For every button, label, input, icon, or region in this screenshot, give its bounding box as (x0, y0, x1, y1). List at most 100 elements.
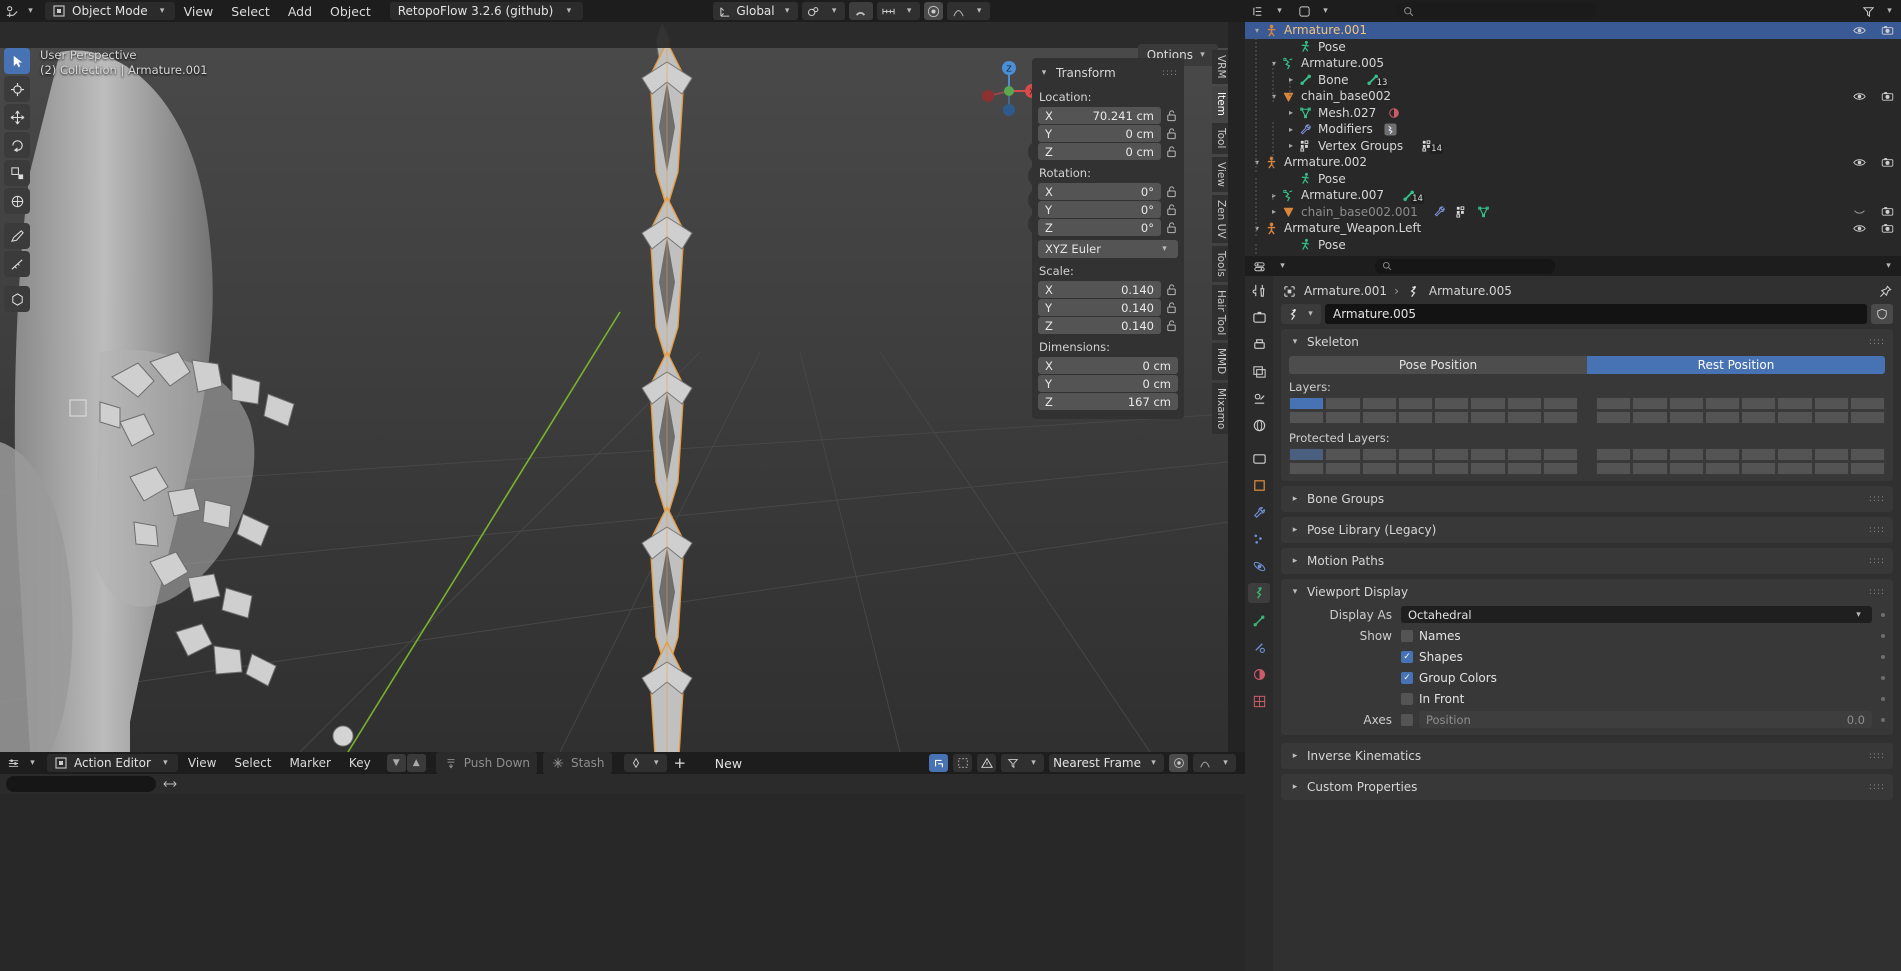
action-browse-selector[interactable] (623, 754, 667, 772)
display-as-row[interactable]: Display As Octahedral (1289, 605, 1885, 624)
names-animate-dot[interactable] (1881, 633, 1885, 638)
outliner-row-armature-005[interactable]: ▾ Armature.005 (1245, 55, 1901, 72)
snap-mode-chevron-icon[interactable] (1144, 755, 1160, 771)
action-prev-button[interactable]: ▼ (386, 754, 406, 772)
protected-layers-group-left[interactable] (1289, 448, 1578, 475)
outliner-row-chain-base002[interactable]: ▾ chain_base002 (1245, 88, 1901, 105)
dimensions-y-row[interactable]: Y 0 cm (1038, 375, 1178, 392)
motion-paths-header[interactable]: ▸ Motion Paths :::: (1289, 550, 1885, 572)
sidebar-tab-tool[interactable]: Tool (1212, 123, 1228, 154)
tool-measure[interactable] (4, 251, 30, 277)
layer-cell[interactable] (1397, 448, 1433, 461)
layer-cell[interactable] (1813, 462, 1849, 475)
properties-search-input[interactable] (1375, 258, 1555, 274)
lock-rotation-z-icon[interactable] (1165, 221, 1178, 234)
sidebar-tab-mixamo[interactable]: Mixamo (1212, 382, 1228, 434)
protected-layers-group-right[interactable] (1596, 448, 1885, 475)
lock-location-z-icon[interactable] (1165, 145, 1178, 158)
layer-cell[interactable] (1668, 448, 1704, 461)
add-action-icon[interactable]: + (672, 754, 688, 772)
layer-cell[interactable] (1397, 462, 1433, 475)
rest-position-button[interactable]: Rest Position (1587, 356, 1885, 374)
outliner-expand-icon[interactable]: ▾ (1251, 224, 1263, 233)
outliner-row-bone[interactable]: ▸ Bone 13 (1245, 72, 1901, 88)
axes-position-field[interactable]: Position 0.0 (1419, 711, 1872, 728)
lock-scale-x-icon[interactable] (1165, 283, 1178, 296)
sidebar-tab-view[interactable]: View (1212, 156, 1228, 192)
dopesheet-menu-key[interactable]: Key (341, 756, 379, 770)
layer-cell[interactable] (1668, 462, 1704, 475)
dimensions-z-row[interactable]: Z 167 cm (1038, 393, 1178, 410)
outliner-expand-icon[interactable]: ▸ (1268, 191, 1280, 200)
outliner-editor[interactable]: ▾Armature.001Pose▾Armature.005▸Bone13▾ch… (1245, 0, 1901, 256)
lock-location-y-icon[interactable] (1165, 127, 1178, 140)
orientation-chevron-icon[interactable] (778, 3, 794, 19)
dimensions-z-field[interactable]: Z 167 cm (1038, 393, 1178, 410)
names-checkbox[interactable] (1401, 629, 1413, 642)
outliner-visibility-icon[interactable] (1851, 88, 1867, 104)
layer-cell[interactable] (1849, 462, 1885, 475)
inverse-kinematics-expand-icon[interactable]: ▸ (1289, 751, 1301, 761)
lock-scale-z-icon[interactable] (1165, 319, 1178, 332)
layer-cell[interactable] (1741, 462, 1777, 475)
snap-toggle[interactable] (848, 2, 873, 20)
layer-cell[interactable] (1704, 411, 1740, 424)
properties-editor[interactable]: Armature.001 › Armature.005 (1245, 256, 1901, 971)
layer-cell[interactable] (1542, 411, 1578, 424)
pose-position-button[interactable]: Pose Position (1289, 356, 1587, 374)
layer-cell[interactable] (1361, 462, 1397, 475)
location-z-row[interactable]: Z 0 cm (1038, 143, 1178, 160)
layer-cell[interactable] (1325, 462, 1361, 475)
layer-cell[interactable] (1434, 397, 1470, 410)
show-in-front-row[interactable]: In Front (1289, 689, 1885, 708)
layer-cell[interactable] (1361, 397, 1397, 410)
sidebar-tab-item[interactable]: Item (1212, 86, 1228, 121)
group-colors-animate-dot[interactable] (1881, 675, 1885, 680)
layer-cell[interactable] (1596, 462, 1632, 475)
outliner-visibility-icon[interactable] (1851, 154, 1867, 170)
layer-cell[interactable] (1506, 462, 1542, 475)
layer-cell[interactable] (1668, 397, 1704, 410)
skeleton-collapse-icon[interactable]: ▾ (1289, 337, 1301, 347)
properties-tab-object[interactable] (1248, 475, 1270, 495)
outliner-expand-icon[interactable]: ▾ (1268, 59, 1280, 68)
bone-groups-section[interactable]: ▸ Bone Groups :::: (1281, 486, 1893, 512)
dimensions-x-row[interactable]: X 0 cm (1038, 357, 1178, 374)
properties-tab-modifiers[interactable] (1248, 502, 1270, 522)
custom-properties-expand-icon[interactable]: ▸ (1289, 782, 1301, 792)
properties-editor-type-icon[interactable] (1251, 258, 1267, 274)
outliner-row-chain-base002-001[interactable]: ▸ chain_base002.001 (1245, 204, 1901, 221)
rotation-z-field[interactable]: Z 0° (1038, 219, 1161, 236)
layer-cell[interactable] (1325, 411, 1361, 424)
outliner-display-chevron-icon[interactable] (1316, 3, 1332, 19)
layer-cell[interactable] (1849, 411, 1885, 424)
properties-tab-material[interactable] (1248, 664, 1270, 684)
rotation-z-row[interactable]: Z 0° (1038, 219, 1178, 236)
tool-rotate[interactable] (4, 132, 30, 158)
layer-cell[interactable] (1434, 462, 1470, 475)
outliner-expand-icon[interactable]: ▾ (1251, 26, 1263, 35)
layer-cell[interactable] (1704, 462, 1740, 475)
rotation-x-field[interactable]: X 0° (1038, 183, 1161, 200)
dopesheet-filter-selector[interactable] (1001, 754, 1045, 772)
outliner-row-modifiers[interactable]: ▸ Modifiers (1245, 121, 1901, 138)
dopesheet-menu-view[interactable]: View (180, 756, 224, 770)
location-y-row[interactable]: Y 0 cm (1038, 125, 1178, 142)
group-colors-checkbox[interactable]: ✓ (1401, 671, 1413, 684)
outliner-row-vertex-groups[interactable]: ▸ Vertex Groups 14 (1245, 138, 1901, 154)
properties-tab-collection[interactable] (1248, 448, 1270, 468)
skeleton-section-header[interactable]: ▾ Skeleton :::: (1289, 331, 1885, 353)
custom-properties-section[interactable]: ▸ Custom Properties :::: (1281, 774, 1893, 800)
layer-cell[interactable] (1741, 411, 1777, 424)
breadcrumb-object-label[interactable]: Armature.001 (1304, 284, 1387, 298)
layer-cell[interactable] (1632, 448, 1668, 461)
layer-cell[interactable] (1704, 397, 1740, 410)
layer-cell[interactable] (1668, 411, 1704, 424)
only-selected-toggle[interactable] (953, 754, 973, 772)
menu-object[interactable]: Object (321, 1, 380, 21)
properties-tab-scene[interactable] (1248, 388, 1270, 408)
display-as-animate-dot[interactable] (1881, 612, 1885, 617)
push-down-button[interactable]: Push Down (435, 752, 537, 774)
properties-tab-output[interactable] (1248, 334, 1270, 354)
lock-rotation-y-icon[interactable] (1165, 203, 1178, 216)
